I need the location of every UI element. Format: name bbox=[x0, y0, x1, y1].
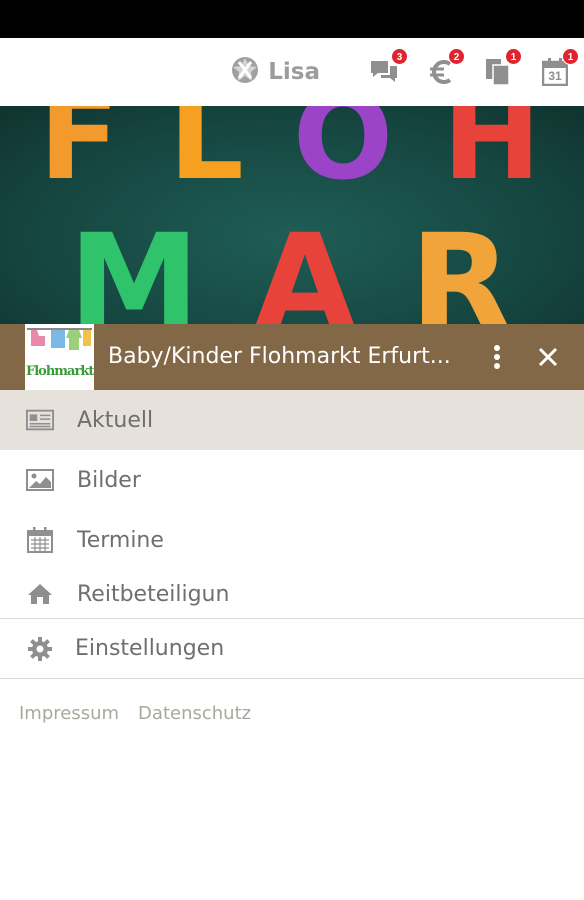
group-logo[interactable]: Flohmarkt bbox=[25, 324, 94, 390]
calendar-button[interactable]: 31 1 bbox=[540, 48, 579, 87]
calendar-grid-icon bbox=[26, 527, 54, 553]
hero-letter: L bbox=[168, 106, 248, 206]
menu-item-reitbeteiligun[interactable]: Reitbeteiligun bbox=[0, 570, 584, 618]
hero-letter: O bbox=[292, 106, 398, 206]
chat-button[interactable]: 3 bbox=[369, 48, 408, 87]
menu-item-einstellungen[interactable]: Einstellungen bbox=[0, 619, 584, 678]
user-name: Lisa bbox=[268, 59, 320, 85]
hero-letter: A bbox=[253, 206, 360, 324]
menu-label: Einstellungen bbox=[75, 636, 225, 661]
calendar-badge: 1 bbox=[562, 48, 579, 65]
payments-button[interactable]: 2 bbox=[426, 48, 465, 87]
documents-button[interactable]: 1 bbox=[483, 48, 522, 87]
chat-badge: 3 bbox=[391, 48, 408, 65]
payments-badge: 2 bbox=[448, 48, 465, 65]
group-logo-text: Flohmarkt bbox=[26, 364, 94, 379]
divider bbox=[0, 678, 584, 679]
newspaper-icon bbox=[26, 407, 54, 433]
group-header: Flohmarkt Baby/Kinder Flohmarkt Erfurt..… bbox=[0, 324, 584, 390]
footer-links: Impressum Datenschutz bbox=[19, 703, 270, 724]
menu-label: Termine bbox=[77, 527, 164, 553]
more-options-button[interactable] bbox=[486, 342, 508, 372]
hero-word-flohmarkt-top: F L O H bbox=[0, 106, 584, 206]
close-button[interactable] bbox=[532, 342, 564, 372]
menu-item-bilder[interactable]: Bilder bbox=[0, 450, 584, 510]
gear-icon bbox=[26, 636, 54, 662]
hero-word-flohmarkt-bottom: M A R K T bbox=[0, 206, 584, 324]
documents-badge: 1 bbox=[505, 48, 522, 65]
menu-label: Bilder bbox=[77, 467, 141, 493]
hero-letter: H bbox=[442, 106, 546, 206]
hero-letter: M bbox=[68, 206, 204, 324]
user-profile-button[interactable]: Lisa bbox=[230, 55, 320, 89]
user-logo-icon bbox=[230, 55, 260, 89]
menu-item-termine[interactable]: Termine bbox=[0, 510, 584, 570]
menu-label: Reitbeteiligun bbox=[77, 581, 230, 607]
menu-label: Aktuell bbox=[77, 407, 154, 433]
image-icon bbox=[26, 467, 54, 493]
menu-item-aktuell[interactable]: Aktuell bbox=[0, 390, 584, 450]
home-icon bbox=[26, 581, 54, 607]
top-bar: Lisa 3 2 1 31 1 bbox=[0, 38, 584, 106]
more-vertical-icon bbox=[494, 345, 500, 369]
hero-letter: F bbox=[38, 106, 124, 206]
group-menu: Aktuell Bilder Termine Reitbeteiligun Ei… bbox=[0, 390, 584, 679]
hero-letter: R bbox=[409, 206, 516, 324]
datenschutz-link[interactable]: Datenschutz bbox=[138, 703, 251, 724]
status-bar bbox=[0, 0, 584, 38]
group-title: Baby/Kinder Flohmarkt Erfurt... bbox=[108, 344, 451, 369]
calendar-day: 31 bbox=[548, 69, 562, 83]
close-icon bbox=[538, 347, 558, 367]
group-cover-image: F L O H M A R K T bbox=[0, 106, 584, 324]
impressum-link[interactable]: Impressum bbox=[19, 703, 119, 724]
